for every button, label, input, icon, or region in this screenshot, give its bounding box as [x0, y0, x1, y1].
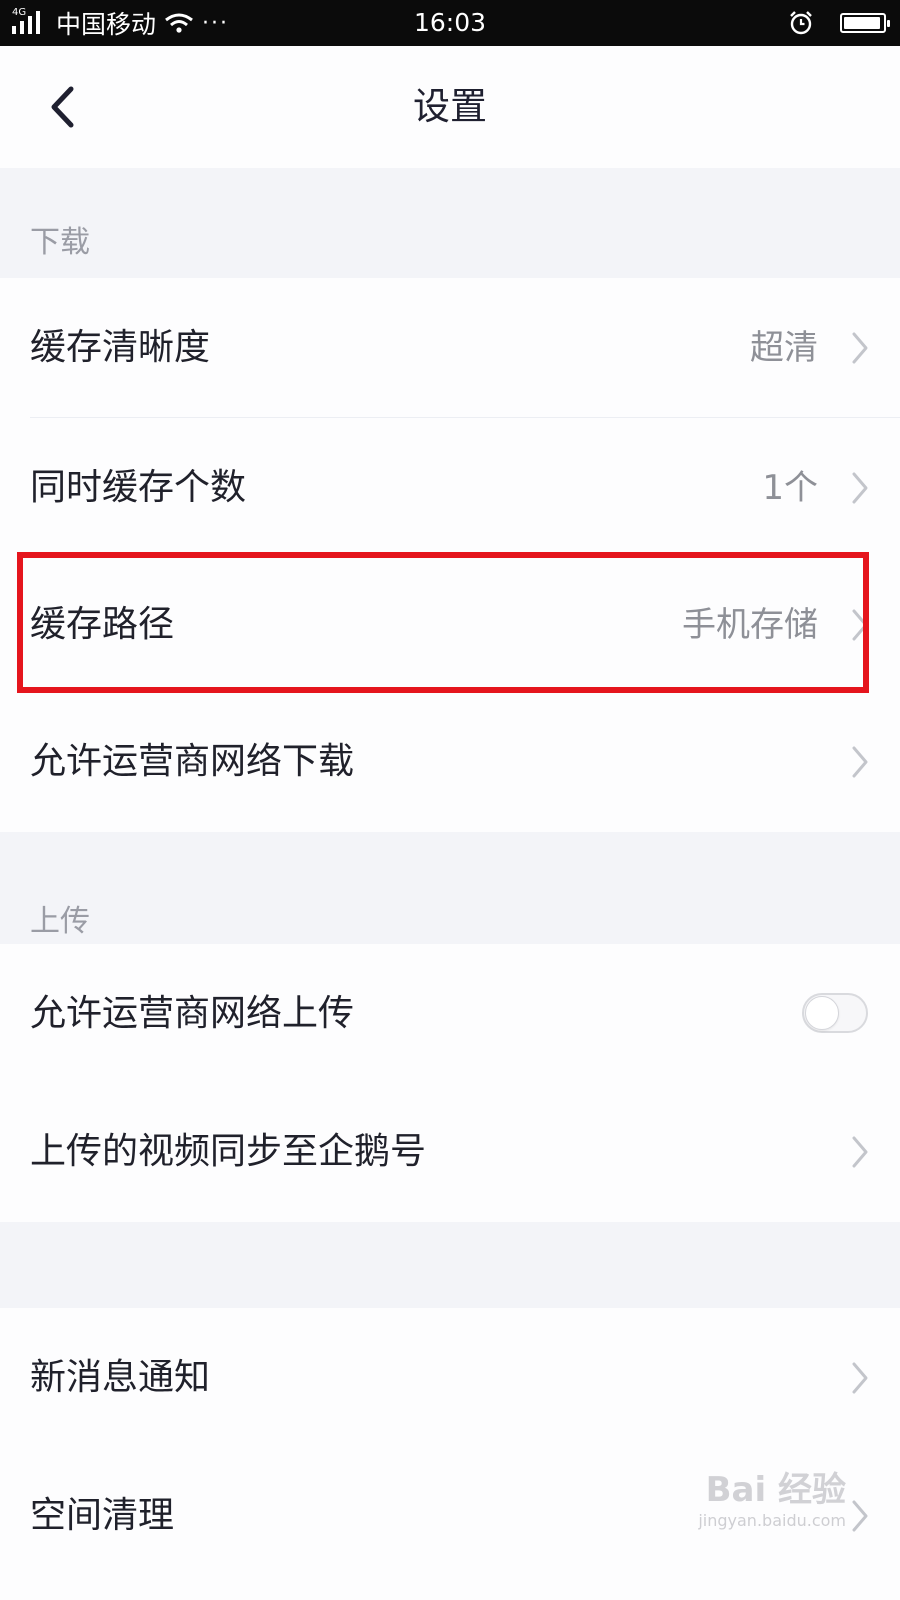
toggle-knob — [805, 996, 839, 1030]
row-label: 同时缓存个数 — [30, 467, 247, 508]
row-allow-cellular-download[interactable]: 允许运营商网络下载 — [0, 692, 900, 832]
row-label: 缓存清晰度 — [30, 327, 211, 368]
row-value: 1个 — [762, 468, 818, 508]
settings-page: 4G 中国移动 ··· 16:03 设置 下载 缓存清晰度 超清 同时缓存个数 … — [0, 0, 900, 1600]
row-sync-to-penguin-account[interactable]: 上传的视频同步至企鹅号 — [0, 1082, 900, 1222]
chevron-right-icon — [852, 472, 868, 504]
chevron-right-icon — [852, 1136, 868, 1168]
chevron-right-icon — [852, 746, 868, 778]
row-label: 空间清理 — [30, 1495, 175, 1536]
row-label: 允许运营商网络上传 — [30, 993, 355, 1034]
chevron-right-icon — [852, 1362, 868, 1394]
battery-fill — [844, 17, 880, 29]
row-label: 新消息通知 — [30, 1357, 211, 1398]
section-header-upload: 上传 — [0, 832, 900, 944]
row-label: 缓存路径 — [30, 604, 175, 645]
row-cache-quality[interactable]: 缓存清晰度 超清 — [0, 278, 900, 418]
row-concurrent-cache-count[interactable]: 同时缓存个数 1个 — [0, 418, 900, 558]
chevron-right-icon — [852, 332, 868, 364]
section-header-download: 下载 — [0, 168, 900, 278]
row-allow-cellular-upload: 允许运营商网络上传 — [0, 944, 900, 1084]
cellular-upload-toggle[interactable] — [802, 993, 868, 1033]
row-new-message-notification[interactable]: 新消息通知 — [0, 1308, 900, 1448]
alarm-icon — [790, 11, 812, 35]
page-title: 设置 — [413, 85, 487, 128]
row-value: 超清 — [750, 328, 818, 368]
row-storage-cleanup[interactable]: 空间清理 — [0, 1446, 900, 1600]
chevron-right-icon — [852, 1500, 868, 1532]
row-label: 允许运营商网络下载 — [30, 741, 355, 782]
chevron-right-icon — [852, 609, 868, 641]
nav-bar: 设置 — [0, 46, 900, 168]
row-value: 手机存储 — [682, 605, 818, 645]
row-label: 上传的视频同步至企鹅号 — [30, 1131, 427, 1172]
status-bar-right — [788, 0, 890, 46]
row-cache-path[interactable]: 缓存路径 手机存储 — [0, 555, 900, 695]
status-bar: 4G 中国移动 ··· 16:03 — [0, 0, 900, 46]
battery-icon — [840, 13, 890, 33]
status-time: 16:03 — [413, 8, 487, 37]
